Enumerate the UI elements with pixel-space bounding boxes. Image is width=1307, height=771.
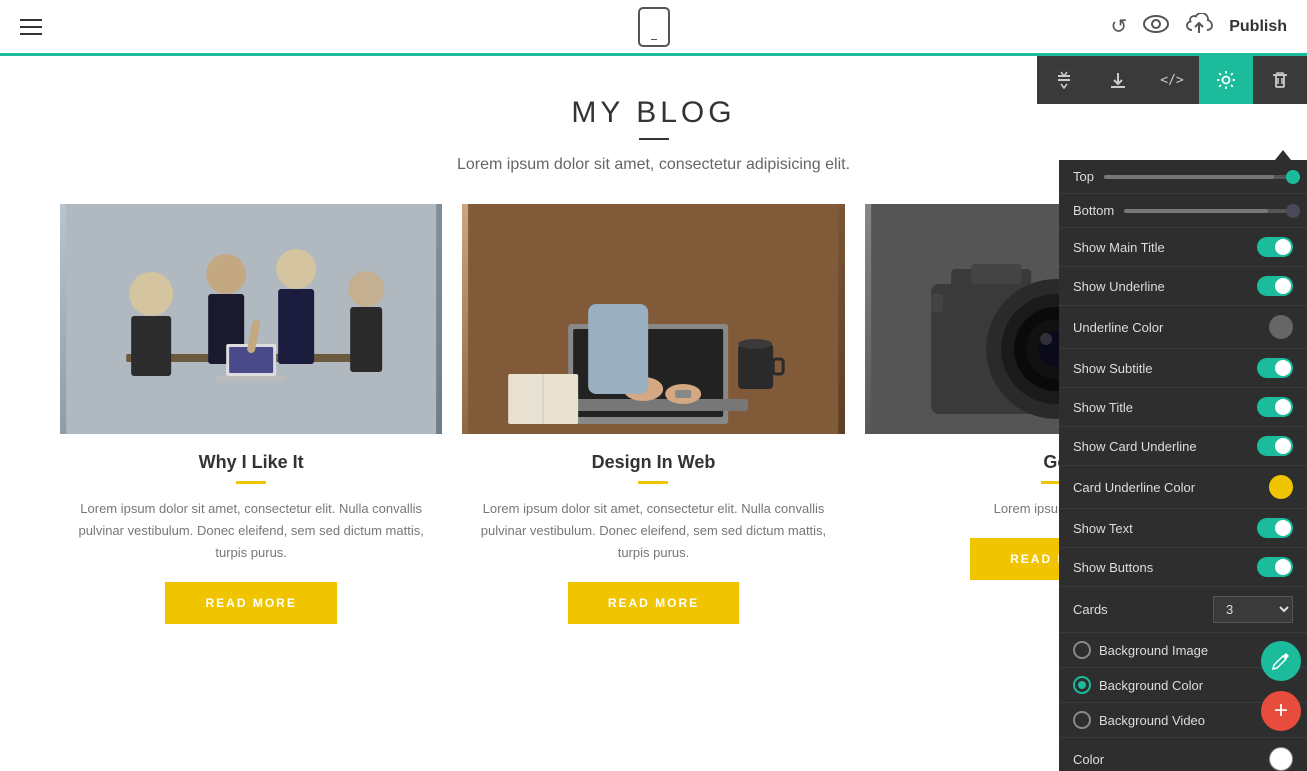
bottom-slider[interactable] xyxy=(1124,209,1293,213)
show-main-title-toggle[interactable] xyxy=(1257,237,1293,257)
delete-button[interactable] xyxy=(1253,56,1307,104)
show-text-label: Show Text xyxy=(1073,521,1133,536)
show-buttons-row: Show Buttons xyxy=(1059,548,1307,587)
color-label: Color xyxy=(1073,752,1104,767)
underline-color-swatch[interactable] xyxy=(1269,315,1293,339)
publish-button[interactable]: Publish xyxy=(1229,18,1287,36)
card-underline-1 xyxy=(236,481,266,484)
background-image-radio[interactable] xyxy=(1073,641,1091,659)
bottom-slider-row: Bottom xyxy=(1059,194,1307,228)
header-right: ↺ Publish xyxy=(1110,13,1287,41)
show-subtitle-row: Show Subtitle xyxy=(1059,349,1307,388)
card-1: Why I Like It Lorem ipsum dolor sit amet… xyxy=(60,204,442,634)
cards-count-label: Cards xyxy=(1073,602,1108,617)
cards-count-select[interactable]: 3 2 4 xyxy=(1213,596,1293,623)
background-image-label: Background Image xyxy=(1099,643,1208,658)
undo-icon[interactable]: ↺ xyxy=(1110,14,1127,39)
cards-count-row: Cards 3 2 4 xyxy=(1059,587,1307,633)
card-text-2: Lorem ipsum dolor sit amet, consectetur … xyxy=(462,498,844,564)
edit-float-button[interactable] xyxy=(1261,641,1301,681)
top-label: Top xyxy=(1073,169,1094,184)
sort-button[interactable] xyxy=(1037,56,1091,104)
background-video-radio[interactable] xyxy=(1073,711,1091,729)
color-row: Color xyxy=(1059,738,1307,771)
background-color-radio[interactable] xyxy=(1073,676,1091,694)
add-float-button[interactable]: + xyxy=(1261,691,1301,731)
card-underline-color-label: Card Underline Color xyxy=(1073,480,1195,495)
preview-icon[interactable] xyxy=(1143,15,1169,39)
cloud-upload-icon[interactable] xyxy=(1185,13,1213,41)
bottom-label: Bottom xyxy=(1073,203,1114,218)
main-content: MY BLOG Lorem ipsum dolor sit amet, cons… xyxy=(0,56,1307,771)
color-swatch[interactable] xyxy=(1269,747,1293,771)
underline-color-label: Underline Color xyxy=(1073,320,1163,335)
menu-icon[interactable] xyxy=(20,19,42,35)
card-title-2: Design In Web xyxy=(462,452,844,473)
show-main-title-label: Show Main Title xyxy=(1073,240,1165,255)
card-underline-2 xyxy=(638,481,668,484)
show-title-toggle[interactable] xyxy=(1257,397,1293,417)
read-more-button-1[interactable]: READ MORE xyxy=(165,582,336,624)
code-button[interactable]: </> xyxy=(1145,56,1199,104)
card-2: Design In Web Lorem ipsum dolor sit amet… xyxy=(462,204,844,634)
show-title-row: Show Title xyxy=(1059,388,1307,427)
blog-underline xyxy=(639,138,669,140)
underline-color-row: Underline Color xyxy=(1059,306,1307,349)
show-card-underline-toggle[interactable] xyxy=(1257,436,1293,456)
show-main-title-row: Show Main Title xyxy=(1059,228,1307,267)
card-text-1: Lorem ipsum dolor sit amet, consectetur … xyxy=(60,498,442,564)
top-slider[interactable] xyxy=(1104,175,1293,179)
background-video-label: Background Video xyxy=(1099,713,1205,728)
show-text-toggle[interactable] xyxy=(1257,518,1293,538)
show-card-underline-row: Show Card Underline xyxy=(1059,427,1307,466)
show-buttons-toggle[interactable] xyxy=(1257,557,1293,577)
mobile-preview-icon[interactable] xyxy=(638,7,670,47)
show-underline-label: Show Underline xyxy=(1073,279,1165,294)
show-card-underline-label: Show Card Underline xyxy=(1073,439,1197,454)
settings-button[interactable] xyxy=(1199,56,1253,104)
header: ↺ Publish xyxy=(0,0,1307,56)
show-subtitle-label: Show Subtitle xyxy=(1073,361,1153,376)
show-title-label: Show Title xyxy=(1073,400,1133,415)
show-buttons-label: Show Buttons xyxy=(1073,560,1153,575)
card-underline-color-row: Card Underline Color xyxy=(1059,466,1307,509)
card-image-2 xyxy=(462,204,844,434)
toolbar-strip: </> xyxy=(1037,56,1307,104)
header-center xyxy=(638,7,670,47)
show-subtitle-toggle[interactable] xyxy=(1257,358,1293,378)
card-underline-color-swatch[interactable] xyxy=(1269,475,1293,499)
top-slider-row: Top xyxy=(1059,160,1307,194)
read-more-button-2[interactable]: READ MORE xyxy=(568,582,739,624)
background-color-label: Background Color xyxy=(1099,678,1203,693)
settings-panel: Top Bottom Show Main Title xyxy=(1059,160,1307,771)
header-left xyxy=(20,19,42,35)
show-underline-row: Show Underline xyxy=(1059,267,1307,306)
show-text-row: Show Text xyxy=(1059,509,1307,548)
download-button[interactable] xyxy=(1091,56,1145,104)
card-image-1 xyxy=(60,204,442,434)
show-underline-toggle[interactable] xyxy=(1257,276,1293,296)
card-title-1: Why I Like It xyxy=(60,452,442,473)
